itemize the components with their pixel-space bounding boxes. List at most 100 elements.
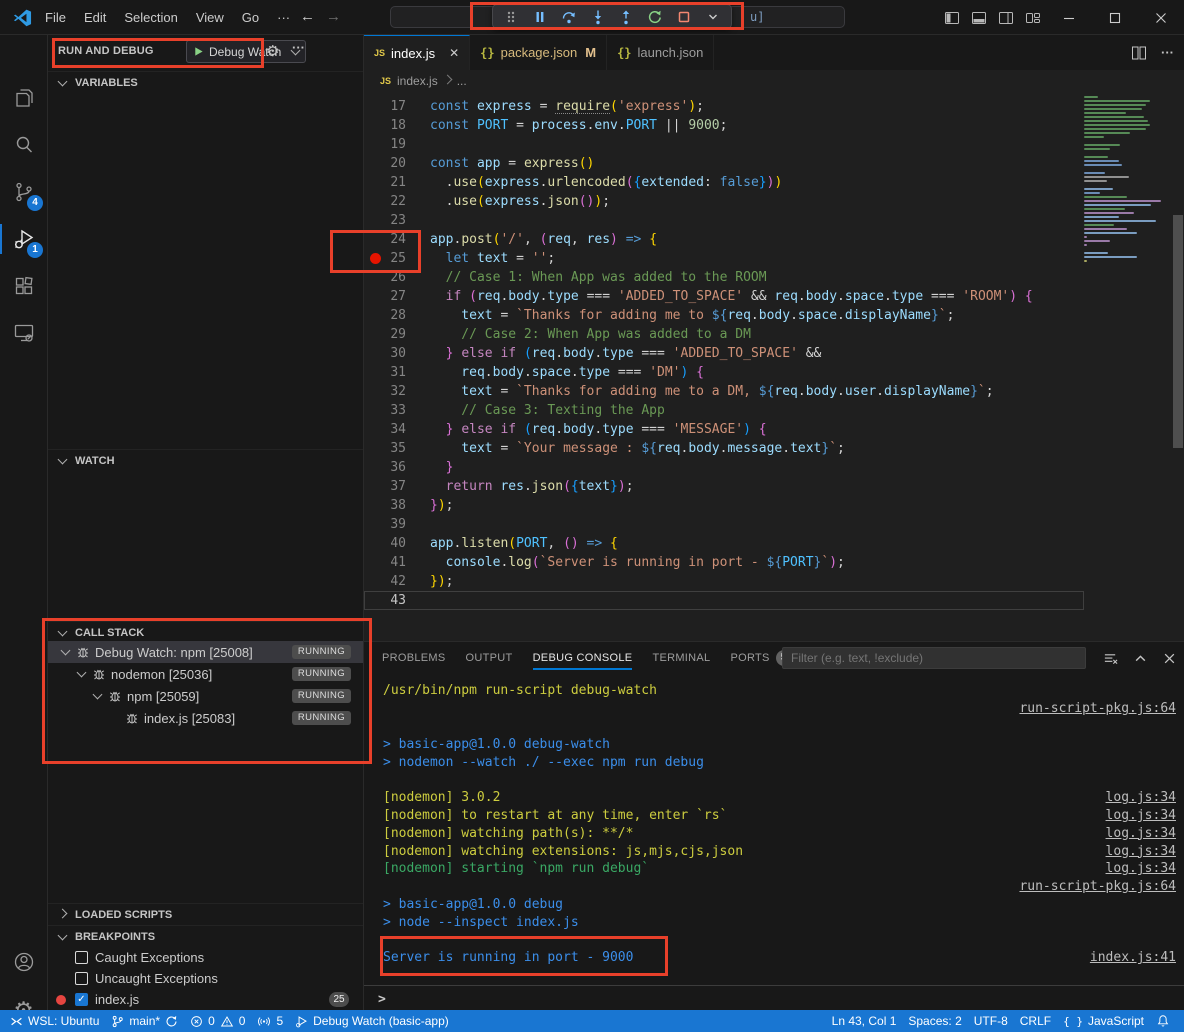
remote-indicator[interactable]: WSL: Ubuntu (4, 1010, 105, 1032)
tab-index.js[interactable]: JSindex.js✕ (364, 35, 470, 70)
call-stack-row[interactable]: nodemon [25036]RUNNING (48, 663, 363, 685)
code-line[interactable]: 33 // Case 3: Texting the App (364, 401, 1084, 420)
line-number[interactable]: 28 (364, 306, 406, 325)
line-number[interactable]: 33 (364, 401, 406, 420)
toolbar-drag-handle-icon[interactable] (500, 7, 522, 27)
customize-layout-icon[interactable] (1019, 0, 1046, 35)
step-over-icon[interactable] (558, 7, 580, 27)
source-link[interactable]: log.js:34 (1106, 861, 1176, 876)
breakpoint-dot[interactable] (370, 253, 381, 264)
line-number[interactable]: 32 (364, 382, 406, 401)
code-line[interactable]: 25 let text = ''; (364, 249, 1084, 268)
start-debug-icon[interactable] (193, 46, 204, 57)
loaded-scripts-section-header[interactable]: LOADED SCRIPTS (48, 903, 363, 925)
breakpoint-row[interactable]: Uncaught Exceptions (48, 968, 363, 989)
minimize-button[interactable] (1046, 0, 1092, 35)
line-number[interactable]: 34 (364, 420, 406, 439)
breadcrumb-file[interactable]: index.js (397, 74, 438, 88)
back-arrow-button[interactable]: ← (300, 8, 315, 25)
source-link[interactable]: log.js:34 (1106, 808, 1176, 823)
code-line[interactable]: 28 text = `Thanks for adding me to ${req… (364, 306, 1084, 325)
split-editor-icon[interactable] (1131, 45, 1147, 61)
debug-console-input[interactable]: > (364, 985, 1184, 1012)
source-link[interactable]: log.js:34 (1106, 844, 1176, 859)
code-line[interactable]: 29 // Case 2: When App was added to a DM (364, 325, 1084, 344)
call-stack-section-header[interactable]: CALL STACK (48, 621, 363, 643)
source-control-icon[interactable]: 4 (0, 169, 47, 215)
watch-section-header[interactable]: WATCH (48, 449, 363, 471)
tab-package.json[interactable]: {}package.jsonM (470, 35, 607, 70)
chevron-down-icon[interactable] (61, 646, 71, 656)
explorer-icon[interactable] (0, 75, 47, 121)
scrollbar-thumb[interactable] (1173, 215, 1183, 448)
code-line[interactable]: 43 (364, 591, 1084, 610)
breadcrumb[interactable]: JS index.js ... (364, 70, 1184, 92)
call-stack-row[interactable]: index.js [25083]RUNNING (48, 707, 363, 729)
tab-launch.json[interactable]: {}launch.json (607, 35, 714, 70)
line-number[interactable]: 19 (364, 135, 406, 154)
forward-arrow-button[interactable]: → (326, 8, 341, 25)
minimap[interactable] (1084, 96, 1168, 268)
panel-tab-output[interactable]: OUTPUT (466, 643, 513, 674)
clear-console-icon[interactable] (1103, 651, 1118, 666)
line-number[interactable]: 26 (364, 268, 406, 287)
code-line[interactable]: 36 } (364, 458, 1084, 477)
editor-more-actions-icon[interactable]: ··· (1161, 45, 1174, 60)
restart-icon[interactable] (644, 7, 666, 27)
line-number[interactable]: 24 (364, 230, 406, 249)
line-number[interactable]: 35 (364, 439, 406, 458)
menu-item-edit[interactable]: Edit (75, 6, 115, 29)
code-line[interactable]: 22 .use(express.json()); (364, 192, 1084, 211)
debug-session-status[interactable]: Debug Watch (basic-app) (289, 1010, 455, 1032)
code-line[interactable]: 27 if (req.body.type === 'ADDED_TO_SPACE… (364, 287, 1084, 306)
line-number[interactable]: 27 (364, 287, 406, 306)
line-number[interactable]: 40 (364, 534, 406, 553)
notifications-status[interactable] (1150, 1010, 1176, 1032)
code-line[interactable]: 19 (364, 135, 1084, 154)
indentation-status[interactable]: Spaces: 2 (902, 1010, 967, 1032)
call-stack-row[interactable]: Debug Watch: npm [25008]RUNNING (48, 641, 363, 663)
call-stack-row[interactable]: npm [25059]RUNNING (48, 685, 363, 707)
source-link[interactable]: log.js:34 (1106, 790, 1176, 805)
sidebar-more-actions-icon[interactable]: ··· (292, 40, 305, 55)
code-line[interactable]: 35 text = `Your message : ${req.body.mes… (364, 439, 1084, 458)
line-number[interactable]: 30 (364, 344, 406, 363)
code-line[interactable]: 38}); (364, 496, 1084, 515)
line-number[interactable]: 18 (364, 116, 406, 135)
language-mode-status[interactable]: { } JavaScript (1057, 1010, 1150, 1032)
chevron-down-icon[interactable] (77, 668, 87, 678)
accounts-icon[interactable] (0, 939, 47, 985)
code-line[interactable]: 37 return res.json({text}); (364, 477, 1084, 496)
line-number[interactable]: 41 (364, 553, 406, 572)
breakpoint-row[interactable]: Caught Exceptions (48, 947, 363, 968)
chevron-down-icon[interactable] (93, 690, 103, 700)
code-line[interactable]: 32 text = `Thanks for adding me to a DM,… (364, 382, 1084, 401)
debug-settings-gear-icon[interactable]: ⚙ (266, 42, 279, 60)
variables-section-header[interactable]: VARIABLES (48, 71, 363, 93)
breakpoints-section-header[interactable]: BREAKPOINTS (48, 925, 363, 947)
panel-tab-debug-console[interactable]: DEBUG CONSOLE (533, 643, 633, 674)
source-link[interactable]: index.js:41 (1090, 950, 1176, 965)
panel-tab-problems[interactable]: PROBLEMS (382, 643, 446, 674)
line-number[interactable]: 22 (364, 192, 406, 211)
step-out-icon[interactable] (615, 7, 637, 27)
line-number[interactable]: 23 (364, 211, 406, 230)
breadcrumb-symbol[interactable]: ... (457, 74, 467, 88)
line-number[interactable]: 21 (364, 173, 406, 192)
maximize-panel-chevron-icon[interactable] (1134, 652, 1147, 665)
line-number[interactable]: 17 (364, 97, 406, 116)
breakpoint-checkbox[interactable] (75, 972, 88, 985)
code-line[interactable]: 26 // Case 1: When App was added to the … (364, 268, 1084, 287)
code-line[interactable]: 39 (364, 515, 1084, 534)
breakpoint-row[interactable]: ✓index.js25 (48, 989, 363, 1010)
line-number[interactable]: 36 (364, 458, 406, 477)
close-tab-icon[interactable]: ✕ (449, 46, 459, 60)
source-link[interactable]: log.js:34 (1106, 826, 1176, 841)
code-editor[interactable]: 17const express = require('express');18c… (364, 92, 1184, 641)
cursor-position-status[interactable]: Ln 43, Col 1 (826, 1010, 903, 1032)
forwarded-ports-status[interactable]: 5 (251, 1010, 289, 1032)
problems-status[interactable]: 0 0 (184, 1010, 251, 1032)
toggle-panel-icon[interactable] (965, 0, 992, 35)
editor-scrollbar[interactable] (1172, 92, 1184, 641)
menu-item-file[interactable]: File (36, 6, 75, 29)
